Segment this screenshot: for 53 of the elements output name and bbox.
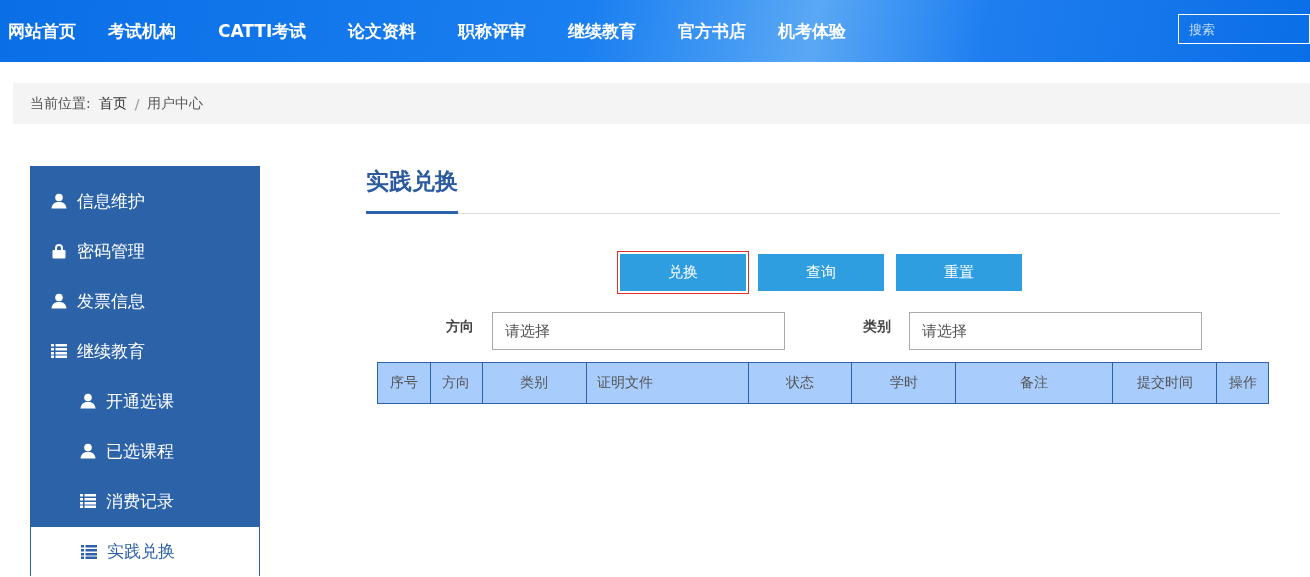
sidebar-item[interactable]: 发票信息 xyxy=(30,276,260,326)
sidebar-item[interactable]: 信息维护 xyxy=(30,176,260,226)
nav-link[interactable]: 官方书店 xyxy=(678,19,747,43)
user-icon xyxy=(51,293,67,309)
list-icon xyxy=(80,494,96,508)
sidebar-item-label: 继续教育 xyxy=(77,339,145,363)
sidebar-item[interactable]: 已选课程 xyxy=(30,426,260,476)
sidebar-item-label: 发票信息 xyxy=(77,289,145,313)
user-icon xyxy=(80,393,96,409)
sidebar-item-label: 开通选课 xyxy=(106,389,174,413)
column-header: 提交时间 xyxy=(1112,363,1217,403)
column-header: 序号 xyxy=(388,373,419,392)
select-field[interactable]: 请选择 xyxy=(909,312,1202,350)
nav-link[interactable]: 考试机构 xyxy=(108,19,176,43)
page-title: 实践兑换 xyxy=(366,166,458,214)
nav-link[interactable]: 职称评审 xyxy=(458,19,527,43)
column-header: 学时 xyxy=(851,363,956,403)
list-icon xyxy=(81,544,97,559)
column-header: 证明文件 xyxy=(585,363,748,403)
search-field[interactable]: 搜索 xyxy=(1178,14,1310,44)
column-header: 操作 xyxy=(1216,363,1268,403)
sidebar-item-label: 密码管理 xyxy=(77,239,145,263)
list-icon xyxy=(51,344,67,358)
column-header: 备注 xyxy=(955,363,1113,403)
lock-icon xyxy=(51,243,67,259)
filter-label: 类别 xyxy=(863,318,892,336)
user-icon xyxy=(80,443,96,459)
nav-link[interactable]: CATTI考试 xyxy=(218,19,307,43)
sidebar-item[interactable]: 密码管理 xyxy=(30,226,260,276)
breadcrumb-link[interactable]: 首页 xyxy=(98,94,127,113)
sidebar-item[interactable]: 开通选课 xyxy=(30,376,260,426)
action-button[interactable]: 重置 xyxy=(893,251,1025,294)
sidebar-item-label: 消费记录 xyxy=(106,489,174,513)
nav-link[interactable]: 网站首页 xyxy=(8,19,76,43)
sidebar-item-label: 已选课程 xyxy=(106,439,174,463)
sidebar-item-label: 实践兑换 xyxy=(107,540,175,563)
action-button[interactable]: 查询 xyxy=(755,251,887,294)
nav-link[interactable]: 继续教育 xyxy=(568,19,637,43)
sidebar-item-label: 信息维护 xyxy=(77,189,145,213)
sidebar-item[interactable]: 实践兑换 xyxy=(30,526,260,576)
breadcrumb-separator: / xyxy=(134,95,140,112)
column-header: 状态 xyxy=(747,363,852,403)
select-field[interactable]: 请选择 xyxy=(492,312,785,350)
filter-label: 方向 xyxy=(446,318,475,336)
nav-link[interactable]: 论文资料 xyxy=(348,19,417,43)
nav-link[interactable]: 机考体验 xyxy=(778,19,847,43)
action-button[interactable]: 兑换 xyxy=(617,251,749,294)
column-header: 方向 xyxy=(429,363,482,403)
sidebar-item[interactable]: 消费记录 xyxy=(30,476,260,526)
user-icon xyxy=(51,193,67,209)
breadcrumb-label: 当前位置: xyxy=(30,94,91,113)
column-header: 类别 xyxy=(481,363,586,403)
sidebar-item[interactable]: 继续教育 xyxy=(30,326,260,376)
